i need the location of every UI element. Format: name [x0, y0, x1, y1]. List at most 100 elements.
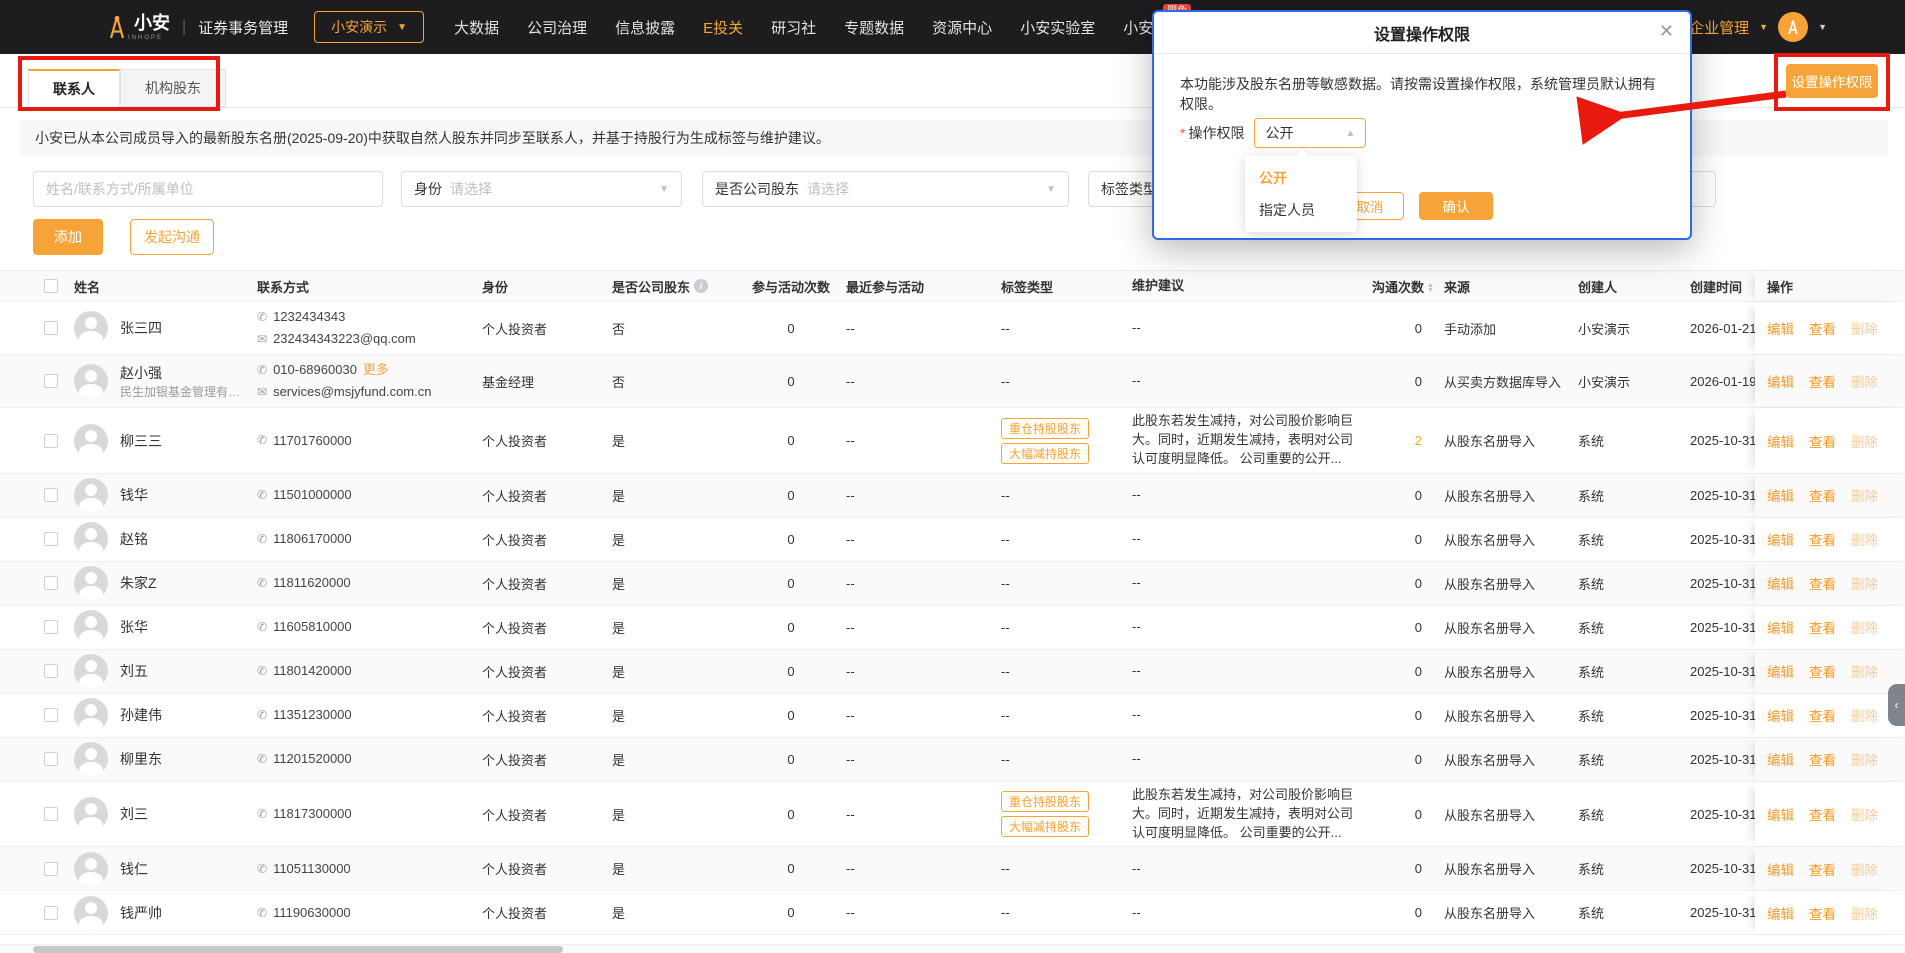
row-checkbox[interactable] [44, 321, 58, 336]
row-checkbox[interactable] [44, 752, 58, 767]
row-tags: -- [1001, 751, 1010, 767]
nav-item-资源中心[interactable]: 资源中心 [932, 17, 992, 38]
view-link[interactable]: 查看 [1809, 371, 1836, 391]
delete-link[interactable]: 删除 [1851, 804, 1878, 824]
row-activity-count: 0 [787, 373, 795, 389]
select-all-checkbox[interactable] [44, 279, 58, 293]
delete-link[interactable]: 删除 [1851, 749, 1878, 769]
edit-link[interactable]: 编辑 [1767, 573, 1794, 593]
start-communication-button[interactable]: 发起沟通 [130, 219, 214, 255]
delete-link[interactable]: 删除 [1851, 318, 1878, 338]
nav-item-公司治理[interactable]: 公司治理 [527, 17, 587, 38]
permission-option-公开[interactable]: 公开 [1245, 162, 1357, 194]
logo[interactable]: 小安 INHOPE [106, 13, 170, 41]
view-link[interactable]: 查看 [1809, 705, 1836, 725]
edit-link[interactable]: 编辑 [1767, 485, 1794, 505]
view-link[interactable]: 查看 [1809, 903, 1836, 923]
phone-number: 11051130000 [273, 860, 351, 876]
tab-联系人[interactable]: 联系人 [28, 69, 120, 107]
view-link[interactable]: 查看 [1809, 318, 1836, 338]
nav-item-信息披露[interactable]: 信息披露 [615, 17, 675, 38]
row-checkbox[interactable] [44, 576, 58, 591]
delete-link[interactable]: 删除 [1851, 661, 1878, 681]
edit-link[interactable]: 编辑 [1767, 431, 1794, 451]
info-icon[interactable]: i [694, 279, 709, 293]
delete-link[interactable]: 删除 [1851, 859, 1878, 879]
view-link[interactable]: 查看 [1809, 485, 1836, 505]
shareholder-value: 是 [612, 620, 626, 636]
confirm-button[interactable]: 确认 [1419, 192, 1493, 220]
row-checkbox[interactable] [44, 807, 58, 822]
view-link[interactable]: 查看 [1809, 617, 1836, 637]
enterprise-menu[interactable]: 企业管理 [1689, 17, 1749, 38]
sort-icon[interactable]: ▲ ▼ [1427, 282, 1434, 294]
nav-item-研习社[interactable]: 研习社 [771, 17, 816, 38]
delete-link[interactable]: 删除 [1851, 371, 1878, 391]
row-comm-count: 0 [1414, 905, 1422, 921]
product-name: 证券事务管理 [198, 19, 289, 37]
delete-link[interactable]: 删除 [1851, 573, 1878, 593]
edit-link[interactable]: 编辑 [1767, 371, 1794, 391]
edit-link[interactable]: 编辑 [1767, 859, 1794, 879]
shareholder-select[interactable]: 是否公司股东 请选择 ▼ [702, 171, 1069, 207]
view-link[interactable]: 查看 [1809, 804, 1836, 824]
nav-menu: 大数据公司治理信息披露E投关研习社专题数据资源中心小安实验室小安AI限免 [454, 3, 1192, 38]
row-checkbox[interactable] [44, 664, 58, 679]
delete-link[interactable]: 删除 [1851, 529, 1878, 549]
close-icon[interactable]: ✕ [1659, 22, 1674, 40]
permission-select[interactable]: 公开 ▲ [1254, 118, 1367, 148]
row-checkbox[interactable] [44, 532, 58, 547]
edit-link[interactable]: 编辑 [1767, 749, 1794, 769]
view-link[interactable]: 查看 [1809, 529, 1836, 549]
row-comm-count[interactable]: 2 [1364, 429, 1436, 452]
row-checkbox[interactable] [44, 861, 58, 876]
env-selector[interactable]: 小安演示 ▼ [314, 11, 425, 43]
edit-link[interactable]: 编辑 [1767, 705, 1794, 725]
collapse-panel-handle[interactable]: ‹ [1888, 684, 1905, 726]
view-link[interactable]: 查看 [1809, 431, 1836, 451]
keyword-search-input[interactable]: 姓名/联系方式/所属单位 [33, 171, 383, 207]
delete-link[interactable]: 删除 [1851, 431, 1878, 451]
row-checkbox[interactable] [44, 620, 58, 635]
row-checkbox[interactable] [44, 488, 58, 503]
chevron-down-icon[interactable]: ▼ [1818, 22, 1827, 32]
row-actions: 编辑 查看 删除 [1755, 737, 1905, 781]
delete-link[interactable]: 删除 [1851, 617, 1878, 637]
edit-link[interactable]: 编辑 [1767, 529, 1794, 549]
edit-link[interactable]: 编辑 [1767, 804, 1794, 824]
set-permission-button[interactable]: 设置操作权限 [1786, 64, 1878, 98]
delete-link[interactable]: 删除 [1851, 903, 1878, 923]
row-name-cell: 柳里东 [66, 738, 249, 780]
row-checkbox[interactable] [44, 374, 58, 389]
identity-select[interactable]: 身份 请选择 ▼ [401, 171, 682, 207]
horizontal-scrollbar-thumb[interactable] [33, 946, 563, 953]
view-link[interactable]: 查看 [1809, 661, 1836, 681]
permission-option-指定人员[interactable]: 指定人员 [1245, 194, 1357, 226]
nav-item-小安实验室[interactable]: 小安实验室 [1020, 17, 1095, 38]
row-comm-count: 0 [1414, 320, 1422, 336]
tab-机构股东[interactable]: 机构股东 [120, 69, 226, 107]
row-activity-count: 0 [787, 619, 795, 635]
col-last-activity: 最近参与活动 [846, 279, 925, 295]
add-button[interactable]: 添加 [33, 219, 103, 255]
more-link[interactable]: 更多 [363, 359, 389, 381]
required-asterisk: * [1180, 125, 1186, 141]
view-link[interactable]: 查看 [1809, 859, 1836, 879]
edit-link[interactable]: 编辑 [1767, 903, 1794, 923]
name-text-wrap: 钱华 [120, 485, 148, 505]
row-checkbox[interactable] [44, 905, 58, 920]
delete-link[interactable]: 删除 [1851, 705, 1878, 725]
phone-number: 11806170000 [273, 531, 352, 547]
row-checkbox[interactable] [44, 708, 58, 723]
delete-link[interactable]: 删除 [1851, 485, 1878, 505]
row-checkbox[interactable] [44, 433, 58, 448]
nav-item-专题数据[interactable]: 专题数据 [844, 17, 904, 38]
edit-link[interactable]: 编辑 [1767, 617, 1794, 637]
view-link[interactable]: 查看 [1809, 749, 1836, 769]
nav-item-E投关[interactable]: E投关 [703, 17, 743, 38]
nav-item-大数据[interactable]: 大数据 [454, 17, 499, 38]
avatar[interactable] [1778, 12, 1809, 42]
view-link[interactable]: 查看 [1809, 573, 1836, 593]
edit-link[interactable]: 编辑 [1767, 318, 1794, 338]
edit-link[interactable]: 编辑 [1767, 661, 1794, 681]
